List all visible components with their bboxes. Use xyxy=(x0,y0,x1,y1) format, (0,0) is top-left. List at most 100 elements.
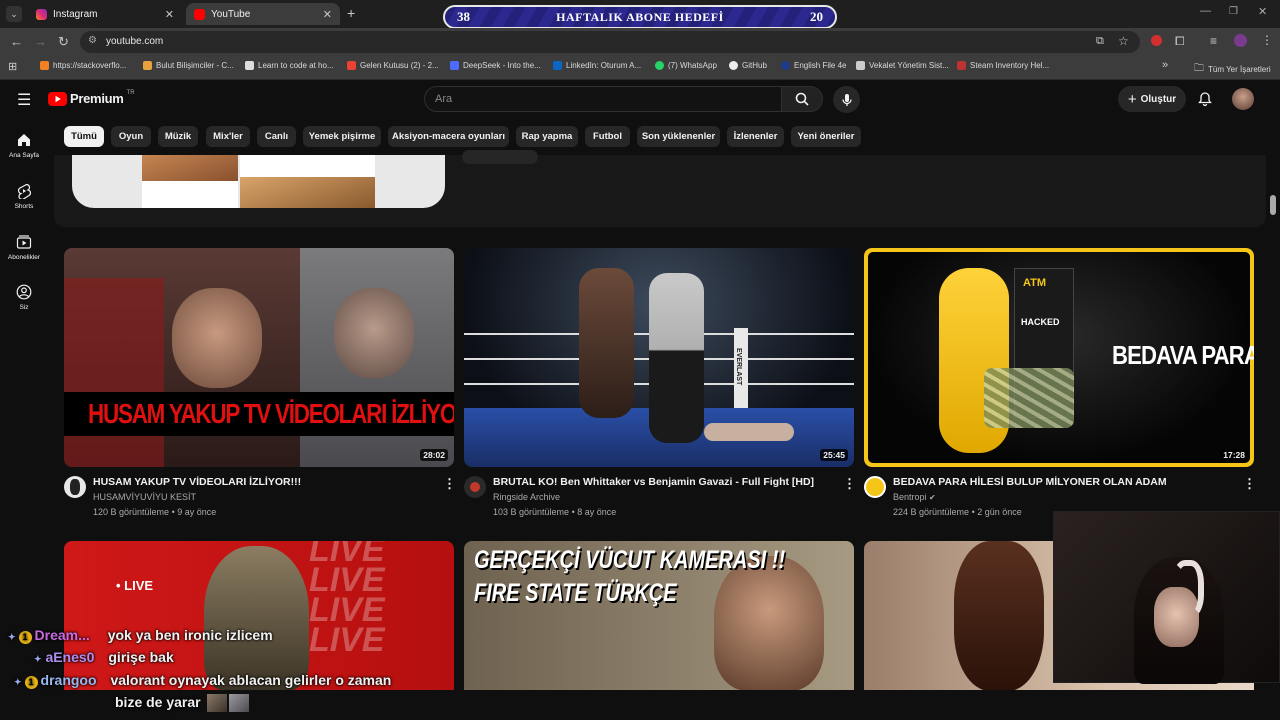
video-title[interactable]: BEDAVA PARA HİLESİ BULUP MİLYONER OLAN A… xyxy=(893,476,1167,488)
back-icon[interactable]: ← xyxy=(10,34,23,50)
chrome-menu-icon[interactable]: ⋮ xyxy=(1261,33,1273,47)
install-app-icon[interactable]: ⧉ xyxy=(1096,35,1104,48)
voice-search-button[interactable] xyxy=(833,86,860,113)
all-bookmarks-folder[interactable]: 🗀 Tüm Yer İşaretleri xyxy=(1194,61,1271,78)
chat-badge-icon: ✦ xyxy=(34,654,42,664)
extension-icon[interactable] xyxy=(1151,35,1162,46)
channel-avatar[interactable] xyxy=(64,476,86,498)
chip-rap[interactable]: Rap yapma xyxy=(516,126,578,147)
bookmark-item[interactable]: Vekalet Yönetim Sist... xyxy=(856,61,949,70)
create-button[interactable]: + Oluştur xyxy=(1118,86,1186,112)
person-face xyxy=(172,288,262,388)
video-duration: 28:02 xyxy=(420,449,448,461)
search-button[interactable] xyxy=(781,86,823,112)
channel-name[interactable]: HUSAMVİYUVİYU KESİT xyxy=(93,492,196,502)
avatar-figure xyxy=(70,479,80,495)
chip-music[interactable]: Müzik xyxy=(158,126,198,147)
extensions-puzzle-icon[interactable]: ⧠ xyxy=(1175,34,1185,49)
channel-name[interactable]: Ringside Archive xyxy=(493,492,560,502)
minimize-icon[interactable]: — xyxy=(1200,5,1211,17)
goal-left-number: 38 xyxy=(457,9,470,24)
address-bar[interactable]: ⚙ xyxy=(80,31,1140,53)
bookmark-item[interactable]: Bulut Bilişimciler - C... xyxy=(143,61,234,70)
account-icon xyxy=(16,284,32,300)
search-input[interactable]: Ara xyxy=(424,86,782,112)
more-options-icon[interactable]: ⋮ xyxy=(843,476,856,492)
channel-avatar[interactable] xyxy=(864,476,886,498)
goal-right-number: 20 xyxy=(809,9,823,24)
chip-cooking[interactable]: Yemek pişirme xyxy=(303,126,381,147)
sidebar-item-shorts[interactable]: Shorts xyxy=(0,183,48,210)
cash-pile xyxy=(984,368,1074,428)
bookmark-item[interactable]: DeepSeek - Into the... xyxy=(450,61,541,70)
person-hair xyxy=(954,541,1044,691)
linkedin-icon xyxy=(553,61,562,70)
account-avatar[interactable] xyxy=(1232,88,1254,110)
more-options-icon[interactable]: ⋮ xyxy=(1243,476,1256,492)
tab-youtube[interactable]: YouTube ✕ xyxy=(186,3,340,25)
subscriber-badge-icon: 1 xyxy=(24,676,38,689)
tab-instagram[interactable]: Instagram ✕ xyxy=(28,3,182,25)
profile-avatar[interactable] xyxy=(1234,34,1247,47)
tab-search-icon[interactable]: ⌄ xyxy=(6,6,22,22)
plus-icon: + xyxy=(1127,90,1137,108)
video-thumbnail[interactable]: HUSAM YAKUP TV VİDEOLARI İZLİYOR 28:02 xyxy=(64,248,454,467)
live-watermark: LIVE LIVE LIVE LIVE xyxy=(309,541,385,659)
video-thumbnail[interactable]: LIVE LIVE LIVE LIVE • LIVE xyxy=(64,541,454,691)
close-tab-icon[interactable]: ✕ xyxy=(165,8,174,21)
apps-grid-icon[interactable]: ⊞ xyxy=(8,60,17,73)
close-tab-icon[interactable]: ✕ xyxy=(323,8,332,21)
chip-all[interactable]: Tümü xyxy=(64,126,104,147)
forward-icon[interactable]: → xyxy=(34,34,47,50)
weekly-subscriber-goal-overlay: 38 HAFTALIK ABONE HEDEFİ 20 xyxy=(443,5,837,29)
youtube-logo-icon xyxy=(48,91,67,106)
site-info-icon[interactable]: ⚙ xyxy=(88,35,97,46)
bookmark-item[interactable]: Learn to code at ho... xyxy=(245,61,334,70)
bookmark-item[interactable]: (7) WhatsApp xyxy=(655,61,717,70)
bookmark-item[interactable]: Steam Inventory Hel... xyxy=(957,61,1049,70)
bookmark-star-icon[interactable]: ☆ xyxy=(1118,34,1129,48)
maximize-icon[interactable]: ❐ xyxy=(1229,6,1238,17)
bookmark-item[interactable]: https://stackoverflo... xyxy=(40,61,126,70)
video-thumbnail[interactable]: GERÇEKÇİ VÜCUT KAMERASI !! FIRE STATE TÜ… xyxy=(464,541,854,691)
url-text[interactable]: youtube.com xyxy=(106,36,163,47)
chip-action-adventure[interactable]: Aksiyon-macera oyunları xyxy=(388,126,509,147)
reload-icon[interactable]: ↻ xyxy=(58,34,69,50)
bookmark-favicon-icon xyxy=(245,61,254,70)
video-title[interactable]: BRUTAL KO! Ben Whittaker vs Benjamin Gav… xyxy=(493,476,814,488)
video-thumbnail[interactable]: ATM HACKED BEDAVA PARA 17:28 xyxy=(864,248,1254,467)
chip-football[interactable]: Futbol xyxy=(585,126,630,147)
sidebar-item-you[interactable]: Siz xyxy=(0,284,48,311)
previous-section-button[interactable] xyxy=(462,150,538,164)
new-tab-icon[interactable]: + xyxy=(347,5,355,21)
bookmark-item[interactable]: LinkedIn: Oturum A... xyxy=(553,61,641,70)
bookmark-item[interactable]: English File 4e xyxy=(781,61,846,70)
home-icon xyxy=(18,134,30,146)
more-bookmarks-icon[interactable]: » xyxy=(1162,59,1168,71)
chip-mixes[interactable]: Mix'ler xyxy=(206,126,250,147)
chip-gaming[interactable]: Oyun xyxy=(111,126,151,147)
hamburger-menu-icon[interactable]: ☰ xyxy=(17,90,31,110)
video-title[interactable]: HUSAM YAKUP TV VİDEOLARI İZLİYOR!!! xyxy=(93,476,301,488)
channel-avatar[interactable] xyxy=(464,476,486,498)
page-scrollbar-thumb[interactable] xyxy=(1270,195,1276,215)
chip-recently-uploaded[interactable]: Son yüklenenler xyxy=(637,126,720,147)
bookmark-favicon-icon xyxy=(957,61,966,70)
bookmark-item[interactable]: Gelen Kutusu (2) - 2... xyxy=(347,61,439,70)
sidebar-item-home[interactable]: Ana Sayfa xyxy=(0,132,48,159)
video-metadata: 103 B görüntüleme • 8 ay önce xyxy=(493,507,617,517)
channel-name[interactable]: Bentropi ✔ xyxy=(893,492,936,502)
more-options-icon[interactable]: ⋮ xyxy=(443,476,456,492)
notifications-bell-icon[interactable] xyxy=(1197,91,1213,107)
folder-icon: 🗀 xyxy=(1194,63,1204,74)
video-thumbnail[interactable]: EVERLAST 25:45 xyxy=(464,248,854,467)
chip-new-to-you[interactable]: Yeni öneriler xyxy=(791,126,861,147)
chip-live[interactable]: Canlı xyxy=(257,126,296,147)
chip-watched[interactable]: İzlenenler xyxy=(727,126,784,147)
sidebar-item-subscriptions[interactable]: Abonelikler xyxy=(0,234,48,261)
previous-section-thumbnail[interactable] xyxy=(72,155,445,208)
media-control-icon[interactable]: ≡ xyxy=(1210,34,1217,48)
close-window-icon[interactable]: ✕ xyxy=(1258,5,1267,18)
youtube-premium-logo[interactable]: Premium TR xyxy=(48,90,135,106)
bookmark-item[interactable]: GitHub xyxy=(729,61,767,70)
